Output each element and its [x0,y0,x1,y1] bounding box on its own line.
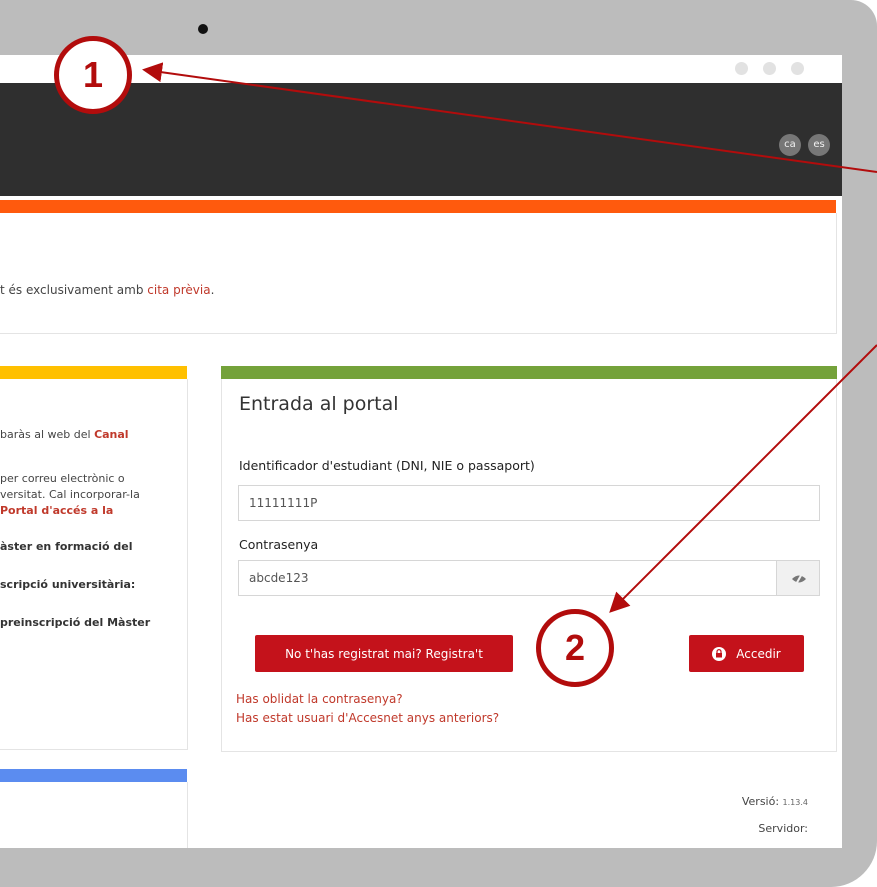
annotation-arrow-2 [609,344,877,613]
annotation-badge-1: 1 [54,36,132,114]
annotation-arrows [142,62,877,613]
annotation-badge-2: 2 [536,609,614,687]
annotation-arrow-1 [142,62,877,173]
